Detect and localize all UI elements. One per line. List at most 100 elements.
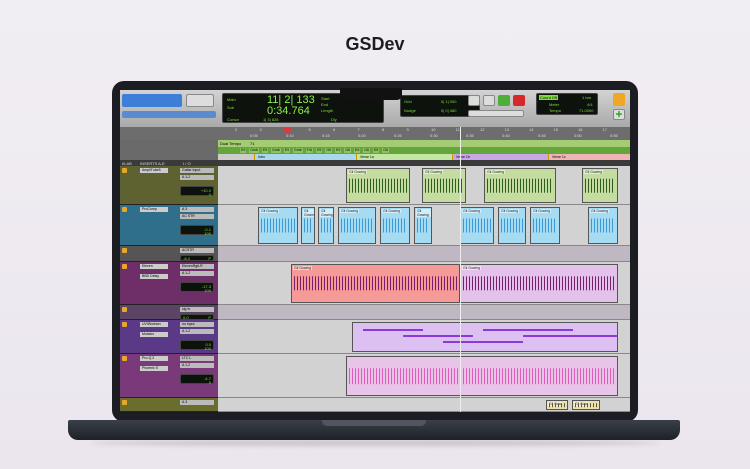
chord-label[interactable]: Gm6: [249, 148, 259, 153]
clip-name: Gil Gowing: [382, 209, 402, 213]
track-strip: AmpliTube5 Guitar Input A 1-2 +10.0 0: [120, 166, 218, 205]
input-selector[interactable]: A 3: [180, 400, 214, 405]
chord-label[interactable]: E9: [316, 148, 323, 153]
input-selector[interactable]: no input: [180, 322, 214, 327]
pan-value[interactable]: 100: [204, 231, 211, 236]
track-lane[interactable]: [218, 305, 630, 320]
transport-buttons[interactable]: [468, 110, 524, 117]
insert-slot[interactable]: ProComp: [140, 207, 168, 212]
record-enable-button[interactable]: [122, 356, 127, 361]
output-selector[interactable]: AC STR: [180, 214, 214, 219]
audio-clip[interactable]: Gil Gowing: [498, 207, 526, 244]
insert-slot[interactable]: Pro-Q 2: [140, 356, 168, 361]
pencil-tool-button[interactable]: [186, 94, 214, 107]
grid-mode-buttons[interactable]: [122, 111, 216, 118]
track-lane[interactable]: Gil Gowing Gil Gowing Gil Gowing Gil Gowing…: [218, 205, 630, 246]
chord-label[interactable]: E9: [372, 148, 380, 153]
chord-label[interactable]: G6: [325, 148, 333, 153]
record-enable-button[interactable]: [122, 264, 127, 269]
audio-clip[interactable]: Gil Gowing: [414, 207, 432, 244]
audio-clip[interactable]: Gil Gowing: [291, 264, 460, 303]
audio-clip[interactable]: Gil Gowing: [258, 207, 298, 244]
count-off-button[interactable]: Count Off: [539, 95, 559, 100]
chord-label[interactable]: E9: [335, 148, 342, 153]
pan-value[interactable]: 100: [204, 346, 211, 351]
grid-value[interactable]: 0| 1| 000: [441, 99, 456, 104]
record-enable-button[interactable]: [122, 168, 127, 173]
chord-label[interactable]: Gm6: [293, 148, 303, 153]
online-button[interactable]: [468, 95, 480, 106]
input-selector[interactable]: sig fx: [180, 307, 214, 312]
audio-clip[interactable]: Gil Gowing: [582, 168, 618, 203]
audio-clip[interactable]: Gil Gowing: [530, 207, 560, 244]
insert-slot-2[interactable]: BBD Delay: [140, 274, 168, 279]
chord-label[interactable]: G6: [363, 148, 370, 153]
audio-clip[interactable]: Gil Gowing: [301, 207, 315, 244]
laptop-shadow: [90, 440, 660, 446]
audio-clip[interactable]: Gil Gowing: [588, 207, 618, 244]
audio-clip[interactable]: Gil Gowing: [318, 207, 334, 244]
chord-label[interactable]: G6: [382, 148, 389, 153]
insert-slot-2[interactable]: Mutator: [140, 332, 168, 337]
track-lane[interactable]: Gil Gowing Gil Gowing Gil Gowing Gil Gowing: [218, 166, 630, 205]
record-enable-button[interactable]: [122, 307, 127, 312]
volume-value[interactable]: -8.4: [183, 256, 190, 261]
insert-slot[interactable]: Eleven: [140, 264, 168, 269]
chord-label[interactable]: E9: [240, 148, 247, 153]
audio-clip[interactable]: Gil Gowing: [380, 207, 410, 244]
audio-clip[interactable]: Gil Gow: [546, 400, 568, 410]
track-lane[interactable]: [218, 320, 630, 354]
output-selector[interactable]: A 1-2: [180, 175, 214, 180]
input-selector[interactable]: ACSTR: [180, 248, 214, 253]
record-button[interactable]: [513, 95, 525, 106]
pan-value[interactable]: 100: [204, 288, 211, 293]
track-lane[interactable]: [218, 246, 630, 262]
insert-slot[interactable]: AmpliTube5: [140, 168, 168, 173]
waveform: [533, 218, 557, 233]
pan-value[interactable]: 0: [209, 192, 211, 197]
record-enable-button[interactable]: [122, 400, 127, 405]
ruler[interactable]: 234567891011121314151617 0:050:100:150:2…: [120, 127, 630, 140]
chord-label[interactable]: F/A: [305, 148, 314, 153]
input-selector[interactable]: Guitar Input: [180, 168, 214, 173]
play-button[interactable]: [498, 95, 510, 106]
record-enable-button[interactable]: [122, 248, 127, 253]
audio-clip[interactable]: Gil Gow: [572, 400, 600, 410]
audio-clip[interactable]: Gil Gowing: [346, 168, 410, 203]
output-selector[interactable]: A 1-2: [180, 363, 214, 368]
track-lane[interactable]: Gil Gow Gil Gow: [218, 398, 630, 412]
add-button[interactable]: ✚: [613, 109, 625, 120]
alert-button[interactable]: [613, 93, 625, 106]
input-selector[interactable]: ElevenRgtLR: [180, 264, 214, 269]
audio-clip[interactable]: [346, 356, 618, 396]
stop-button[interactable]: [483, 95, 495, 106]
audio-clip[interactable]: Gil Gowing: [484, 168, 556, 203]
chord-label[interactable]: E9: [283, 148, 291, 153]
chord-label[interactable]: Gm6: [271, 148, 281, 153]
edit-tools[interactable]: [122, 94, 182, 107]
input-selector[interactable]: LTC L: [180, 356, 214, 361]
insert-slot[interactable]: UVIWorkstn: [140, 322, 168, 327]
output-selector[interactable]: A 1-2: [180, 271, 214, 276]
track-lane[interactable]: Gil Gowing Gil Gowing: [218, 262, 630, 305]
chord-label[interactable]: E9: [261, 148, 269, 153]
insert-slot-2[interactable]: Phoenix S: [140, 366, 168, 371]
input-selector[interactable]: A 3: [180, 207, 214, 212]
sub-counter[interactable]: 0:34.764: [267, 105, 310, 117]
playhead-marker[interactable]: [284, 127, 291, 133]
meter-value[interactable]: 4/4: [587, 102, 593, 107]
pan-value[interactable]: P: [208, 256, 211, 261]
audio-clip[interactable]: Gil Gowing: [460, 207, 494, 244]
tempo-value[interactable]: 71.0000: [579, 108, 593, 113]
record-enable-button[interactable]: [122, 322, 127, 327]
audio-clip[interactable]: Gil Gowing: [460, 264, 618, 303]
pan-value[interactable]: 0: [209, 380, 211, 385]
record-enable-button[interactable]: [122, 207, 127, 212]
chord-label[interactable]: G6: [344, 148, 351, 153]
audio-clip[interactable]: Gil Gowing: [338, 207, 376, 244]
track-lane[interactable]: [218, 354, 630, 398]
output-selector[interactable]: A 1-2: [180, 329, 214, 334]
nudge-value[interactable]: 0| 0| 480: [441, 108, 456, 113]
audio-clip[interactable]: [352, 322, 618, 352]
chord-label[interactable]: E9: [353, 148, 361, 153]
